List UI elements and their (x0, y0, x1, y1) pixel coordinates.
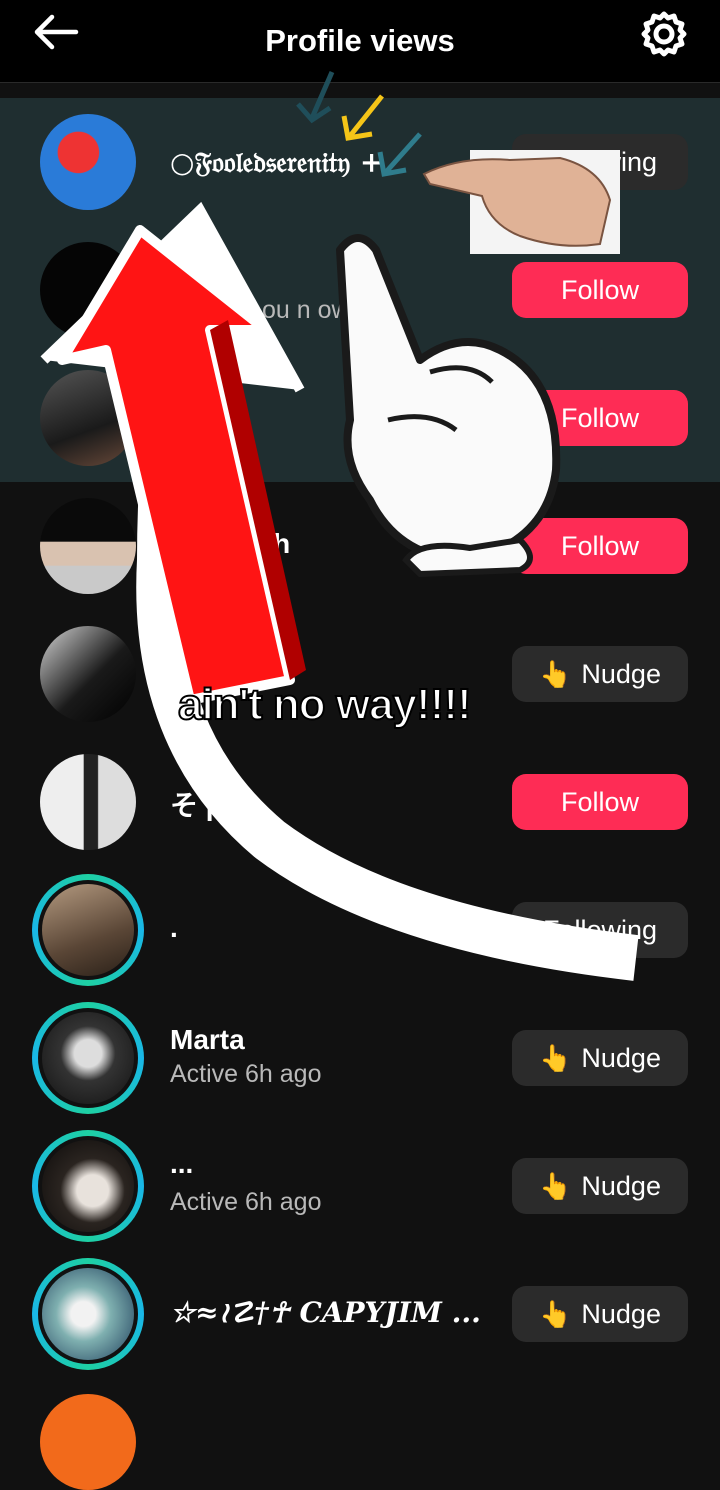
avatar[interactable] (32, 1258, 144, 1370)
list-item[interactable]: そ p Follow (0, 738, 720, 866)
user-name: ... (170, 1148, 194, 1179)
list-item[interactable]: ☆≈≀☡†☥ CAPYJIM ... 👆 Nudge (0, 1250, 720, 1378)
user-name: . (170, 912, 178, 943)
list-item[interactable]: ng Follow (0, 354, 720, 482)
user-subtitle: ou n ow (262, 296, 350, 324)
list-item[interactable]: nh Follow (0, 482, 720, 610)
following-button[interactable]: Following (512, 902, 688, 958)
caption-text: ain't no way!!!! (177, 679, 473, 730)
avatar[interactable] (40, 370, 136, 466)
pointing-hand-icon: 👆 (539, 1298, 572, 1329)
avatar[interactable] (40, 626, 136, 722)
user-name: そ p (170, 790, 223, 821)
gear-icon[interactable] (640, 10, 688, 58)
nudge-button[interactable]: 👆 Nudge (512, 1286, 688, 1342)
list-item[interactable]: ou n ow Follow (0, 226, 720, 354)
user-name: Marta (170, 1024, 245, 1055)
user-name: ☆≈≀☡†☥ CAPYJIM ... (170, 1296, 481, 1329)
avatar[interactable] (32, 1002, 144, 1114)
pointing-hand-icon: 👆 (539, 1042, 572, 1073)
avatar[interactable] (32, 874, 144, 986)
avatar[interactable] (40, 1394, 136, 1490)
pointing-hand-icon: 👆 (539, 1170, 572, 1201)
follow-button[interactable]: Follow (512, 390, 688, 446)
following-button[interactable]: Following (512, 134, 688, 190)
page-title: Profile views (265, 23, 455, 58)
header-bar: Profile views (0, 0, 720, 83)
avatar[interactable] (32, 1130, 144, 1242)
nudge-button[interactable]: 👆 Nudge (512, 646, 688, 702)
user-name: ng (210, 400, 245, 431)
follow-button[interactable]: Follow (512, 518, 688, 574)
pointing-hand-icon: 👆 (539, 658, 572, 689)
follow-button[interactable]: Follow (512, 774, 688, 830)
list-item[interactable]: ○𝔉𝔬𝔬𝔩𝔢𝔡𝔰𝔢𝔯𝔢𝔫𝔦𝔱𝔶 + Following (0, 98, 720, 226)
list-item[interactable]: . Following (0, 866, 720, 994)
list-item[interactable]: Marta Active 6h ago 👆 Nudge (0, 994, 720, 1122)
follow-button[interactable]: Follow (512, 262, 688, 318)
avatar[interactable] (40, 242, 136, 338)
nudge-button[interactable]: 👆 Nudge (512, 1158, 688, 1214)
avatar[interactable] (40, 498, 136, 594)
user-status: Active 6h ago (170, 1060, 322, 1088)
list-item[interactable]: ... Active 6h ago 👆 Nudge (0, 1122, 720, 1250)
back-arrow-icon[interactable] (32, 12, 80, 52)
avatar[interactable] (40, 114, 136, 210)
nudge-button[interactable]: 👆 Nudge (512, 1030, 688, 1086)
user-status: Active 6h ago (170, 1188, 322, 1216)
user-name: ○𝔉𝔬𝔬𝔩𝔢𝔡𝔰𝔢𝔯𝔢𝔫𝔦𝔱𝔶 + (170, 146, 384, 179)
user-name: nh (256, 528, 291, 559)
avatar[interactable] (40, 754, 136, 850)
